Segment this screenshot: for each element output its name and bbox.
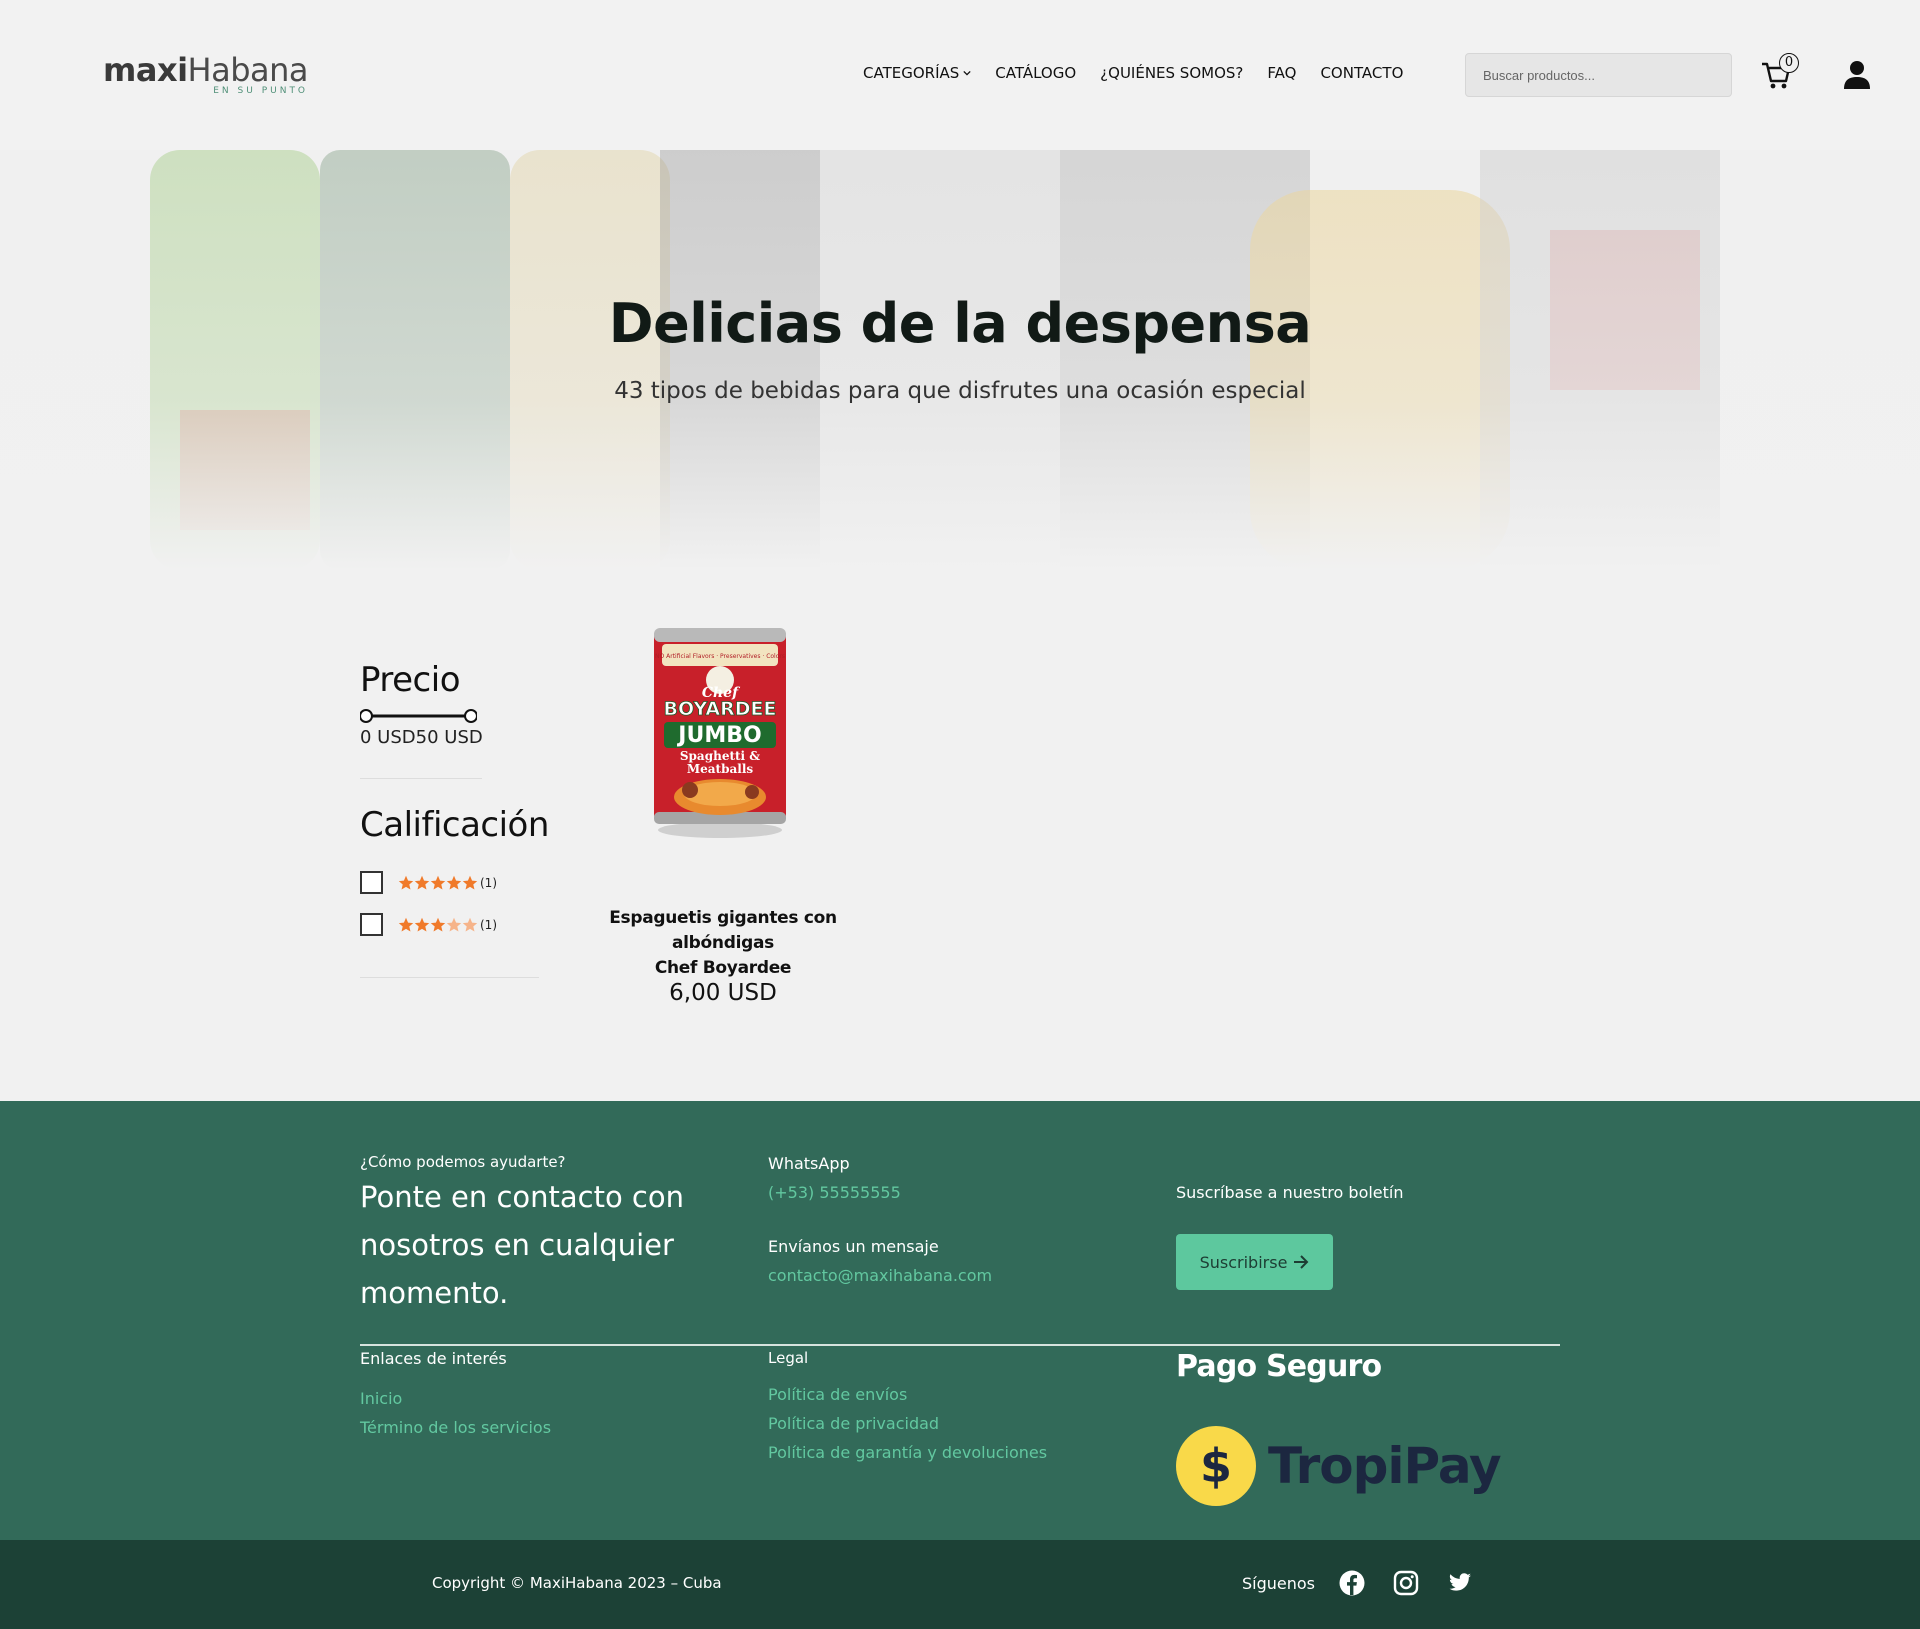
hero-banner: Delicias de la despensa 43 tipos de bebi… <box>0 150 1920 570</box>
site-header: maxiHabana EN SU PUNTO CATEGORÍAS CATÁLO… <box>0 0 1920 150</box>
price-min-label: 0 USD <box>360 727 416 748</box>
star-full-icon <box>398 917 414 932</box>
star-full-icon <box>430 917 446 932</box>
rating-checkbox[interactable] <box>360 871 383 894</box>
follow-label: Síguenos <box>1242 1574 1316 1593</box>
nav-label: CONTACTO <box>1320 64 1404 82</box>
svg-text:NO Artificial Flavors · Preser: NO Artificial Flavors · Preservatives · … <box>655 653 785 660</box>
star-full-icon <box>414 875 430 890</box>
logo-wordmark: maxiHabana <box>103 51 309 89</box>
hero-overlay <box>0 150 1920 570</box>
product-image-variant: JUMBO <box>676 723 761 748</box>
cart-button[interactable]: 0 <box>1761 53 1799 92</box>
price-range-label: 0 USD 50 USD <box>360 727 483 748</box>
product-image[interactable]: NO Artificial Flavors · Preservatives · … <box>650 622 790 842</box>
nav-label: FAQ <box>1267 64 1297 82</box>
bottom-bar: Copyright © MaxiHabana 2023 – Cuba Sígue… <box>0 1540 1920 1629</box>
copyright-text: Copyright © MaxiHabana 2023 – Cuba <box>432 1574 722 1592</box>
nav-quienes-somos[interactable]: ¿QUIÉNES SOMOS? <box>1100 64 1243 82</box>
instagram-icon[interactable] <box>1393 1570 1419 1596</box>
filter-divider <box>360 977 539 978</box>
product-title[interactable]: Espaguetis gigantes con albóndigas Chef … <box>565 906 881 981</box>
star-empty-icon <box>462 917 478 932</box>
price-min-handle[interactable] <box>360 709 373 723</box>
account-button[interactable] <box>1843 60 1871 90</box>
help-question: ¿Cómo podemos ayudarte? <box>360 1153 566 1171</box>
star-full-icon <box>462 875 478 890</box>
footer-link-terminos[interactable]: Término de los servicios <box>360 1418 551 1437</box>
nav-catalogo[interactable]: CATÁLOGO <box>995 64 1076 82</box>
subscribe-button-label: Suscribirse <box>1199 1252 1288 1272</box>
twitter-icon[interactable] <box>1447 1570 1473 1596</box>
help-text: Ponte en contacto con nosotros en cualqu… <box>360 1180 684 1310</box>
main-nav: CATEGORÍAS CATÁLOGO ¿QUIÉNES SOMOS? FAQ … <box>863 64 1403 82</box>
email-link[interactable]: contacto@maxihabana.com <box>768 1266 992 1285</box>
price-range-slider[interactable] <box>360 708 477 724</box>
logo-maxi: maxi <box>103 51 188 89</box>
rating-filter-title: Calificación <box>360 805 549 845</box>
nav-label: CATEGORÍAS <box>863 64 960 82</box>
product-image-desc1: Spaghetti & <box>680 749 760 763</box>
message-label: Envíanos un mensaje <box>768 1237 939 1256</box>
newsletter-label: Suscríbase a nuestro boletín <box>1176 1183 1404 1202</box>
nav-categorias[interactable]: CATEGORÍAS <box>863 64 971 82</box>
page-subtitle: 43 tipos de bebidas para que disfrutes u… <box>614 378 1306 404</box>
footer-link-inicio[interactable]: Inicio <box>360 1389 402 1408</box>
product-title-line-2: Chef Boyardee <box>654 958 792 978</box>
product-image-desc2: Meatballs <box>687 762 754 776</box>
secure-payment-title: Pago Seguro <box>1176 1349 1382 1384</box>
links-title: Enlaces de interés <box>360 1349 507 1368</box>
site-footer: ¿Cómo podemos ayudarte? Ponte en contact… <box>0 1101 1920 1540</box>
user-icon <box>1844 61 1870 89</box>
logo-tagline: EN SU PUNTO <box>213 86 309 96</box>
nav-label: CATÁLOGO <box>995 64 1077 82</box>
footer-link-envios[interactable]: Política de envíos <box>768 1385 907 1404</box>
subscribe-button[interactable]: Suscribirse <box>1176 1234 1333 1290</box>
tropipay-logo: $ TropiPay <box>1176 1426 1502 1506</box>
star-empty-icon <box>446 917 462 932</box>
nav-contacto[interactable]: CONTACTO <box>1320 64 1403 82</box>
product-price: 6,00 USD <box>669 980 777 1006</box>
star-full-icon <box>414 917 430 932</box>
whatsapp-number-link[interactable]: (+53) 55555555 <box>768 1183 901 1202</box>
rating-checkbox[interactable] <box>360 913 383 936</box>
footer-divider <box>360 1344 1560 1346</box>
footer-link-garantia[interactable]: Política de garantía y devoluciones <box>768 1443 1047 1462</box>
facebook-icon[interactable] <box>1339 1570 1365 1596</box>
rating-count: (1) <box>480 875 497 890</box>
price-max-label: 50 USD <box>415 727 483 748</box>
price-filter-title: Precio <box>360 660 461 700</box>
nav-label: ¿QUIÉNES SOMOS? <box>1100 64 1244 82</box>
star-full-icon <box>398 875 414 890</box>
product-image-brand: BOYARDEE <box>664 698 777 720</box>
tropipay-wordmark: TropiPay <box>1268 1437 1502 1495</box>
price-max-handle[interactable] <box>464 709 477 723</box>
tropipay-coin-icon: $ <box>1176 1426 1256 1506</box>
rating-option-3[interactable]: (1) <box>360 913 497 936</box>
rating-count: (1) <box>480 917 497 932</box>
star-rating-3 <box>398 917 478 933</box>
star-full-icon <box>446 875 462 890</box>
whatsapp-label: WhatsApp <box>768 1154 850 1173</box>
star-rating-5 <box>398 875 478 891</box>
chevron-down-icon <box>963 70 971 76</box>
nav-faq[interactable]: FAQ <box>1267 64 1296 82</box>
site-logo[interactable]: maxiHabana EN SU PUNTO <box>103 51 309 98</box>
cart-count-badge: 0 <box>1779 53 1799 73</box>
filter-divider <box>360 778 482 779</box>
rating-option-5[interactable]: (1) <box>360 871 497 894</box>
logo-habana: Habana <box>187 51 309 89</box>
product-title-line-1: Espaguetis gigantes con albóndigas <box>609 908 837 953</box>
arrow-right-icon <box>1294 1255 1309 1269</box>
star-full-icon <box>430 875 446 890</box>
legal-title: Legal <box>768 1349 809 1367</box>
page-title: Delicias de la despensa <box>608 292 1312 355</box>
footer-link-privacidad[interactable]: Política de privacidad <box>768 1414 939 1433</box>
search-input[interactable] <box>1465 53 1732 97</box>
